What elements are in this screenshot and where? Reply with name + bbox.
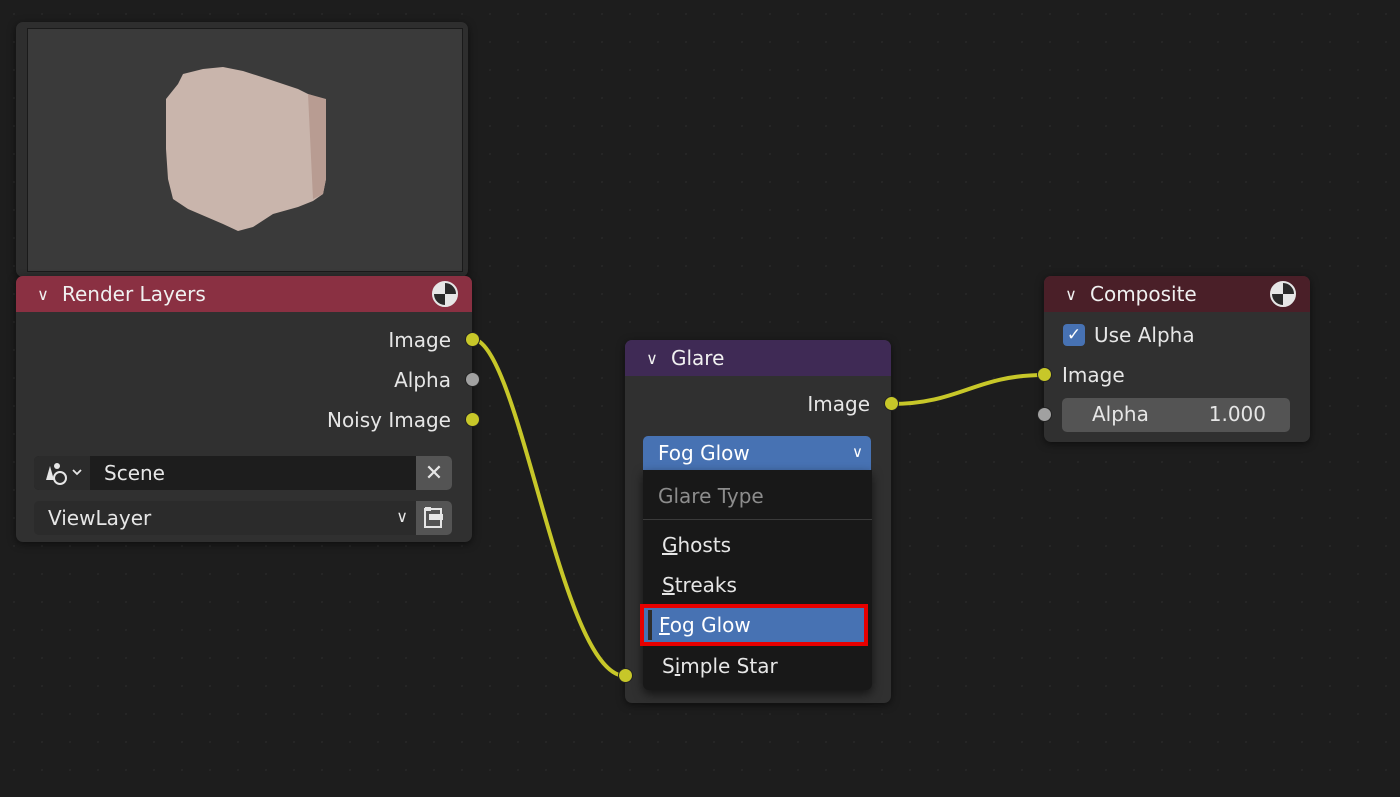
menu-heading: Glare Type	[658, 484, 764, 508]
input-alpha-socket[interactable]	[1037, 407, 1052, 422]
scene-selector[interactable]: Scene	[34, 456, 452, 490]
menu-item-streaks[interactable]: Streaks	[662, 573, 737, 597]
chevron-down-icon: ∨	[852, 443, 863, 461]
collapse-chevron-icon[interactable]: ∨	[1058, 285, 1084, 304]
output-alpha-socket[interactable]	[465, 372, 480, 387]
input-image-socket[interactable]	[618, 668, 633, 683]
render-icon	[1270, 281, 1296, 307]
output-noisy-image-socket[interactable]	[465, 412, 480, 427]
node-title: Render Layers	[62, 282, 206, 306]
menu-item-fog-glow[interactable]: Fog Glow	[640, 604, 868, 646]
use-alpha-label: Use Alpha	[1094, 323, 1195, 347]
menu-item-label: Fog Glow	[659, 613, 751, 637]
alpha-slider[interactable]: Alpha 1.000	[1062, 398, 1290, 432]
link-glare-to-composite	[890, 373, 1045, 406]
link-renderlayers-to-glare	[471, 337, 626, 678]
collapse-chevron-icon[interactable]: ∨	[30, 285, 56, 304]
view-layer-icon	[424, 507, 443, 528]
scene-clear-button[interactable]: ✕	[416, 456, 452, 490]
composite-header[interactable]: ∨ Composite	[1044, 276, 1310, 312]
glare-header[interactable]: ∨ Glare	[625, 340, 891, 376]
render-icon	[432, 281, 458, 307]
render-layers-node[interactable]: ∨ Render Layers Image Alpha Noisy Image …	[16, 276, 480, 542]
preview-image	[27, 28, 463, 272]
input-image-socket[interactable]	[1037, 367, 1052, 382]
output-alpha-label: Alpha	[394, 368, 451, 392]
output-noisy-image-label: Noisy Image	[326, 408, 451, 432]
item-left-shadow	[648, 610, 652, 640]
render-preview	[16, 22, 468, 277]
view-layer-selector[interactable]: ViewLayer ∨	[34, 501, 452, 535]
view-layer-name: ViewLayer	[48, 506, 152, 530]
glare-type-selected: Fog Glow	[658, 441, 750, 465]
scene-icon-glyph	[46, 463, 82, 485]
menu-item-ghosts[interactable]: Ghosts	[662, 533, 731, 557]
scene-icon[interactable]	[34, 456, 90, 490]
cube-preview-icon	[166, 67, 326, 231]
close-icon: ✕	[424, 460, 444, 486]
output-image-socket[interactable]	[884, 396, 899, 411]
chevron-down-icon: ∨	[396, 507, 408, 526]
alpha-value: 1.000	[1208, 402, 1266, 426]
checkmark-icon: ✓	[1063, 324, 1085, 346]
output-image-label: Image	[807, 392, 870, 416]
output-image-socket[interactable]	[465, 332, 480, 347]
menu-item-simple-star[interactable]: Simple Star	[662, 654, 778, 678]
glare-type-menu: Glare Type Ghosts Streaks Fog Glow Simpl…	[640, 470, 872, 690]
scene-name: Scene	[104, 461, 165, 485]
menu-separator	[643, 519, 872, 520]
render-layers-header[interactable]: ∨ Render Layers	[16, 276, 472, 312]
collapse-chevron-icon[interactable]: ∨	[639, 349, 665, 368]
alpha-label: Alpha	[1092, 402, 1149, 426]
output-image-label: Image	[388, 328, 451, 352]
input-image-label: Image	[1062, 363, 1125, 387]
composite-node[interactable]: ∨ Composite ✓ Use Alpha Image Alpha 1.00…	[1037, 276, 1310, 442]
view-layer-render-button[interactable]	[416, 501, 452, 535]
node-title: Glare	[671, 346, 725, 370]
node-title: Composite	[1090, 282, 1197, 306]
use-alpha-checkbox[interactable]: ✓ Use Alpha	[1063, 323, 1195, 347]
glare-type-dropdown[interactable]: Fog Glow ∨	[643, 436, 871, 470]
